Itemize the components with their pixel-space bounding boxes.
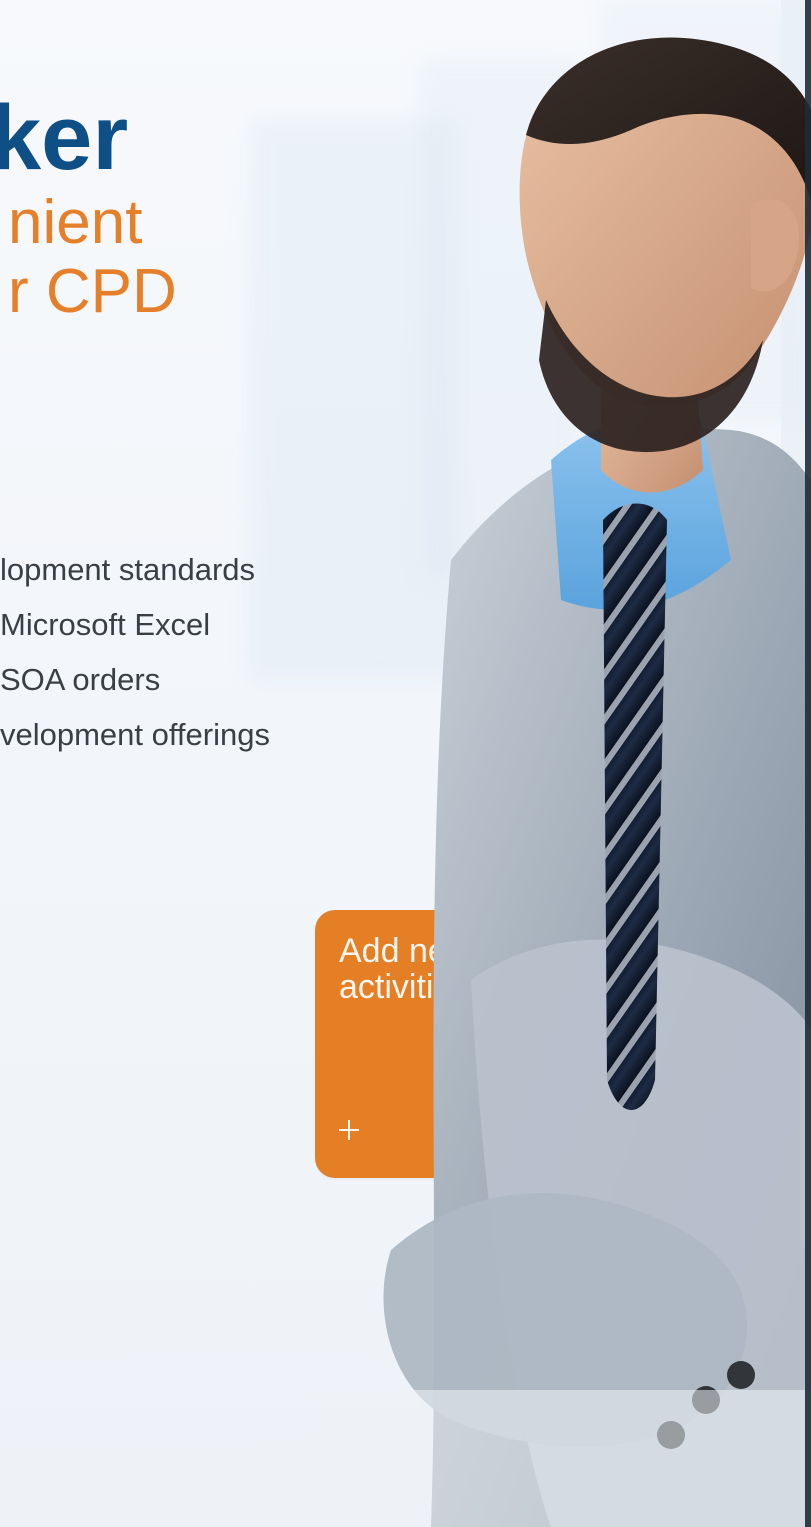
headline-subtitle-line-1: nient: [8, 188, 143, 257]
headline-subtitle-line-2: r CPD: [8, 257, 177, 327]
background-window-panel: [420, 60, 580, 580]
feature-list-item: lopment standards: [0, 552, 256, 587]
headline-subtitle: nient r CPD: [8, 188, 177, 327]
feature-list-item: SOA orders: [0, 662, 161, 697]
feature-list-item: velopment offerings: [0, 717, 270, 752]
background-window-panel: [600, 0, 810, 420]
add-new-activities-card[interactable]: Add new activities: [315, 910, 493, 1178]
page-canvas: ker nient r CPD lopment standards Micros…: [0, 0, 811, 1527]
headline-main: ker: [0, 87, 129, 189]
right-edge-border: [805, 0, 811, 1527]
add-new-activities-title: Add new activities: [339, 932, 472, 1006]
plus-icon: [339, 1118, 363, 1142]
feature-list-item: Microsoft Excel: [0, 607, 211, 642]
feature-list: lopment standards Microsoft Excel SOA or…: [0, 542, 270, 762]
